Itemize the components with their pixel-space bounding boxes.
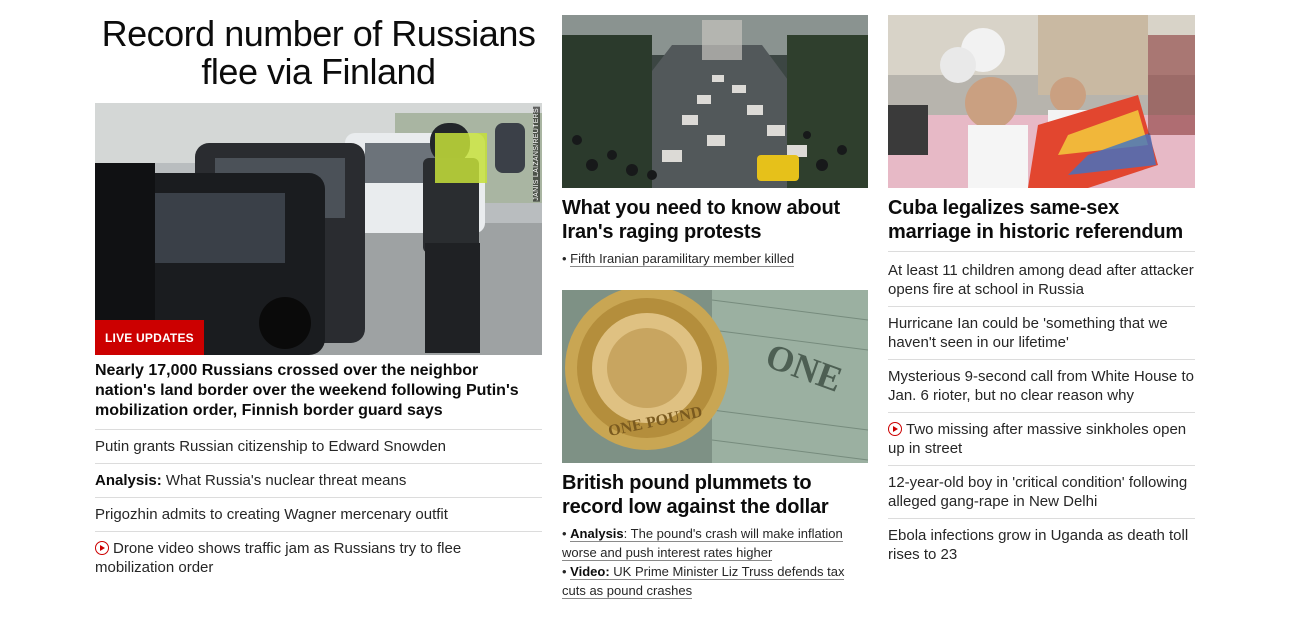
bullet-label: Analysis [570,526,624,541]
list-item[interactable]: 12-year-old boy in 'critical condition' … [888,466,1195,519]
link-text: Hurricane Ian could be 'something that w… [888,315,1168,351]
link-text: Mysterious 9-second call from White Hous… [888,368,1194,404]
pound-bullet-video[interactable]: • Video: UK Prime Minister Liz Truss def… [562,562,868,600]
play-video-icon [888,422,902,436]
middle-column: What you need to know about Iran's ragin… [562,0,868,600]
link-text: Drone video shows traffic jam as Russian… [95,540,462,576]
cuba-celebration-image [888,15,1195,188]
live-updates-badge[interactable]: LIVE UPDATES [95,320,204,355]
list-item[interactable]: Hurricane Ian could be 'something that w… [888,307,1195,360]
iran-protest-image [562,15,868,188]
lead-story-title[interactable]: Record number of Russians flee via Finla… [95,15,542,103]
list-item[interactable]: Prigozhin admits to creating Wagner merc… [95,498,542,532]
pound-coin-image: ONE ONE POUND [562,290,868,463]
lead-headline[interactable]: Nearly 17,000 Russians crossed over the … [95,361,542,430]
pound-bullet-analysis[interactable]: • Analysis: The pound's crash will make … [562,524,868,562]
link-text: Ebola infections grow in Uganda as death… [888,527,1189,563]
list-item[interactable]: At least 11 children among dead after at… [888,254,1195,307]
list-item[interactable]: Mysterious 9-second call from White Hous… [888,360,1195,413]
iran-bullet[interactable]: • Fifth Iranian paramilitary member kill… [562,249,868,268]
lead-story-column: Record number of Russians flee via Finla… [95,0,542,584]
related-links: Putin grants Russian citizenship to Edwa… [95,430,542,584]
pound-headline[interactable]: British pound plummets to record low aga… [562,471,868,519]
link-text: What Russia's nuclear threat means [161,472,407,489]
link-text: Putin grants Russian citizenship to Edwa… [95,438,447,455]
cuba-headline[interactable]: Cuba legalizes same-sex marriage in hist… [888,196,1195,252]
link-text: At least 11 children among dead after at… [888,262,1194,298]
border-checkpoint-photo[interactable]: JANIS LAIZANS/REUTERS LIVE UPDATES [95,103,542,355]
list-item[interactable]: Ebola infections grow in Uganda as death… [888,519,1195,571]
iran-headline[interactable]: What you need to know about Iran's ragin… [562,196,868,244]
border-checkpoint-image [95,103,542,355]
list-item[interactable]: Drone video shows traffic jam as Russian… [95,532,542,584]
pound-coin-photo[interactable]: ONE ONE POUND [562,290,868,463]
link-text: 12-year-old boy in 'critical condition' … [888,474,1188,510]
iran-protest-photo[interactable] [562,15,868,188]
photo-credit: JANIS LAIZANS/REUTERS [533,107,540,202]
bullet-label: Video: [570,564,610,579]
right-column: Cuba legalizes same-sex marriage in hist… [888,0,1195,571]
list-item[interactable]: Analysis: What Russia's nuclear threat m… [95,464,542,498]
list-item[interactable]: Putin grants Russian citizenship to Edwa… [95,430,542,464]
link-text: Two missing after massive sinkholes open… [888,421,1187,457]
play-video-icon [95,541,109,555]
cuba-celebration-photo[interactable] [888,15,1195,188]
link-text: Prigozhin admits to creating Wagner merc… [95,506,448,523]
more-news-links: At least 11 children among dead after at… [888,254,1195,571]
bullet-text: Fifth Iranian paramilitary member killed [570,251,795,267]
link-prefix: Analysis: [95,472,162,489]
list-item[interactable]: Two missing after massive sinkholes open… [888,413,1195,466]
